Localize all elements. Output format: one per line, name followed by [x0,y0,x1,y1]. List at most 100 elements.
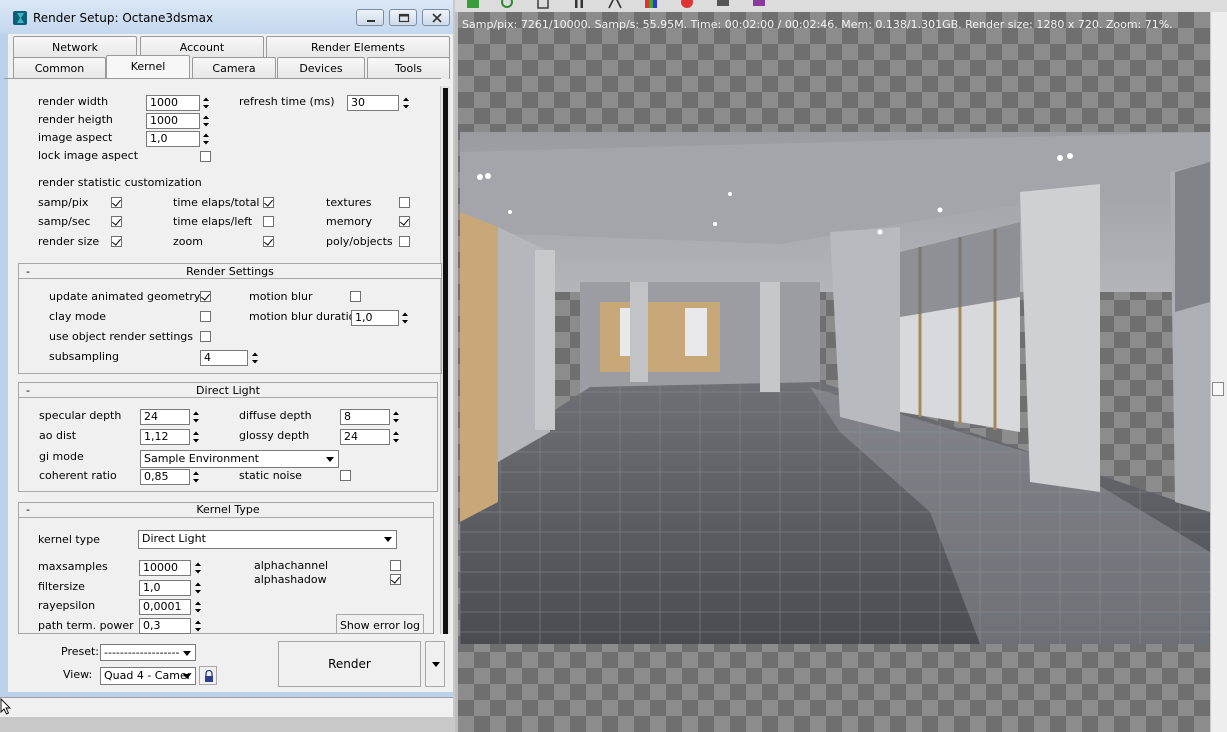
maximize-button[interactable] [389,9,417,26]
tab-kernel[interactable]: Kernel [106,55,190,79]
diffuse-depth-label: diffuse depth [239,409,312,422]
lock-aspect-checkbox[interactable] [200,151,211,162]
channel-icon[interactable] [607,0,623,10]
alphachannel-checkbox[interactable] [390,560,401,571]
frame-buffer-scrollbar[interactable] [1210,12,1227,732]
lock-aspect-label: lock image aspect [38,149,139,162]
frame-buffer-scroll-thumb[interactable] [1212,382,1224,396]
refresh-time-label: refresh time (ms) [239,95,335,108]
preset-value: ------------------- [104,646,180,659]
use-object-checkbox[interactable] [200,331,211,342]
minimize-icon [367,20,375,22]
clay-mode-checkbox[interactable] [200,311,211,322]
tab-tools[interactable]: Tools [367,57,450,79]
specular-depth-spinner-icon[interactable] [191,409,201,425]
tab-common[interactable]: Common [13,57,106,79]
window-title: Render Setup: Octane3dsmax [33,11,214,25]
ao-dist-field[interactable]: 1,12 [140,429,190,445]
coherent-ratio-label: coherent ratio [39,469,117,482]
subsampling-field[interactable]: 4 [200,350,248,366]
filtersize-label: filtersize [38,580,85,593]
stat-poly-objects-checkbox[interactable] [399,236,410,247]
ao-dist-label: ao dist [39,429,77,442]
stat-memory-checkbox[interactable] [399,216,410,227]
render-options-button[interactable] [425,641,445,687]
view-dropdown[interactable]: Quad 4 - Camer [100,667,196,685]
rayepsilon-field[interactable]: 0,0001 [139,599,191,615]
close-icon [432,13,442,23]
pause-icon[interactable] [571,0,587,10]
panel-scrollbar-thumb[interactable] [443,88,448,634]
diffuse-depth-spinner-icon[interactable] [391,409,401,425]
render-height-field[interactable]: 1000 [146,113,200,129]
stat-time-left-checkbox[interactable] [263,216,274,227]
stat-time-total-checkbox[interactable] [263,197,274,208]
coherent-ratio-spinner-icon[interactable] [191,469,201,485]
maxsamples-spinner-icon[interactable] [193,560,203,576]
preset-dropdown[interactable]: ------------------- [100,644,196,661]
coherent-ratio-field[interactable]: 0,85 [140,469,190,485]
static-noise-label: static noise [239,469,302,482]
image-aspect-field[interactable]: 1,0 [146,131,200,147]
update-geometry-checkbox[interactable] [200,291,211,302]
gi-mode-label: gi mode [39,450,84,463]
stat-samp-pix-checkbox[interactable] [111,197,122,208]
filtersize-spinner-icon[interactable] [193,580,203,596]
lock-view-button[interactable] [199,666,217,685]
tab-camera[interactable]: Camera [192,57,276,79]
stat-textures-checkbox[interactable] [399,197,410,208]
render-height-spinner-icon[interactable] [201,113,211,129]
render-settings-title: Render Settings [186,265,274,278]
display-icon[interactable] [751,0,767,10]
glossy-depth-spinner-icon[interactable] [391,429,401,445]
tab-devices[interactable]: Devices [277,57,365,79]
stat-samp-sec-label: samp/sec [38,215,91,228]
path-term-spinner-icon[interactable] [193,618,203,634]
mb-duration-spinner-icon[interactable] [400,310,410,326]
gi-mode-dropdown[interactable]: Sample Environment [140,450,339,468]
chevron-down-icon [432,662,440,667]
refresh-time-spinner-icon[interactable] [401,95,411,111]
render-button[interactable]: Render [278,641,421,687]
filtersize-field[interactable]: 1,0 [139,580,191,596]
render-width-spinner-icon[interactable] [201,95,211,111]
image-aspect-spinner-icon[interactable] [201,131,211,147]
render-width-field[interactable]: 1000 [146,95,200,111]
chevron-down-icon [183,674,191,679]
color-icon[interactable] [643,0,659,10]
copy-icon[interactable] [535,0,551,10]
region-icon[interactable] [679,0,695,10]
static-noise-checkbox[interactable] [340,470,351,481]
mb-duration-field[interactable]: 1,0 [351,310,399,326]
render-height-label: render heigth [38,113,113,126]
stat-render-size-checkbox[interactable] [111,236,122,247]
glossy-depth-field[interactable]: 24 [340,429,390,445]
rayepsilon-spinner-icon[interactable] [193,599,203,615]
refresh-time-field[interactable]: 30 [347,95,399,111]
stat-samp-sec-checkbox[interactable] [111,216,122,227]
close-button[interactable] [422,9,450,26]
specular-depth-label: specular depth [39,409,122,422]
view-value: Quad 4 - Camer [104,669,192,682]
path-term-field[interactable]: 0,3 [139,618,191,634]
clay-mode-label: clay mode [49,310,107,323]
refresh-icon[interactable] [499,0,515,10]
view-label: View: [63,668,93,681]
motion-blur-checkbox[interactable] [350,291,361,302]
diffuse-depth-field[interactable]: 8 [340,409,390,425]
use-object-label: use object render settings [49,330,194,343]
print-icon[interactable] [715,0,731,10]
alphashadow-checkbox[interactable] [390,574,401,585]
specular-depth-field[interactable]: 24 [140,409,190,425]
show-error-log-button[interactable]: Show error log [336,614,424,634]
subsampling-spinner-icon[interactable] [250,350,260,366]
stat-zoom-checkbox[interactable] [263,236,274,247]
tab-render-elements[interactable]: Render Elements [266,36,450,58]
maxsamples-field[interactable]: 10000 [139,560,191,576]
minimize-button[interactable] [356,9,384,26]
kernel-type-dropdown[interactable]: Direct Light [138,530,397,549]
title-bar[interactable]: Render Setup: Octane3dsmax [0,0,453,34]
save-icon[interactable] [465,0,481,10]
ao-dist-spinner-icon[interactable] [191,429,201,445]
stat-render-size-label: render size [38,235,100,248]
